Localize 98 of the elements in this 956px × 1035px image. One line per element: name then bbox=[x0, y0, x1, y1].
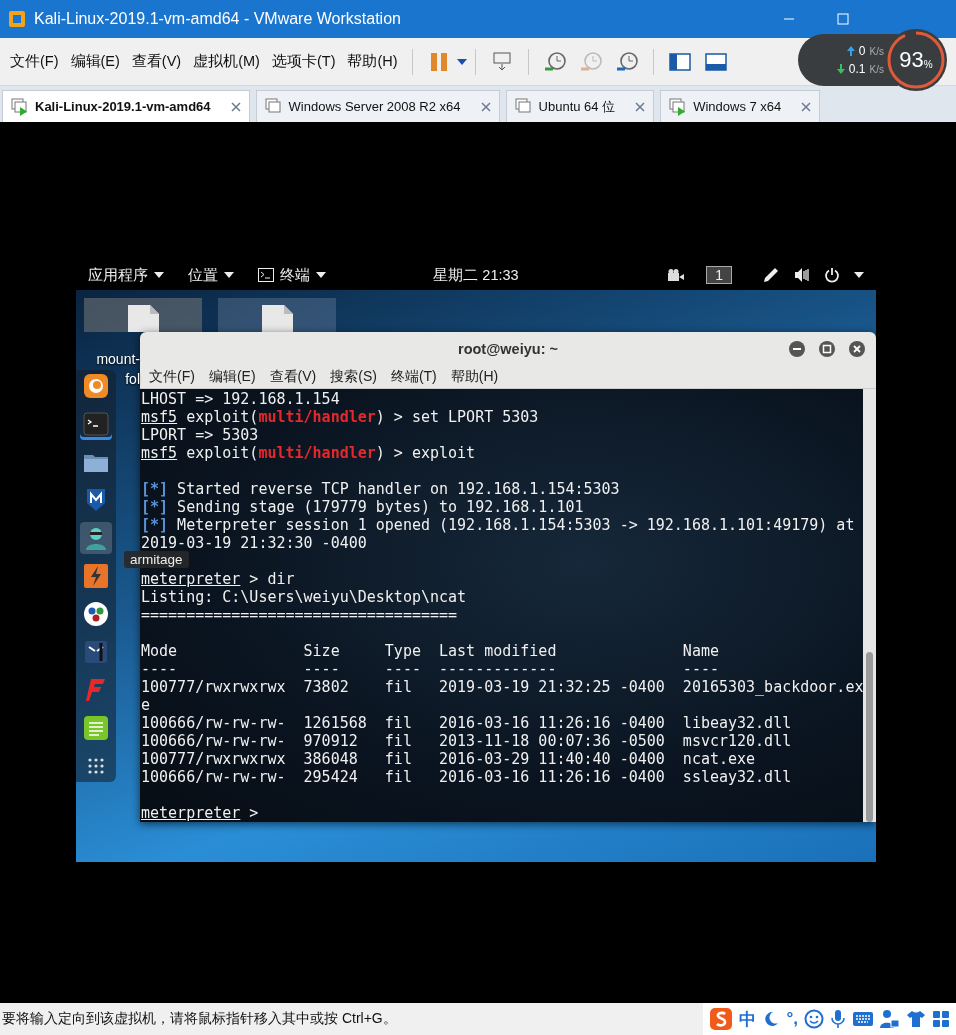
keyboard-icon[interactable] bbox=[852, 1011, 874, 1027]
pen-icon bbox=[762, 266, 780, 284]
terminal-line: 100666/rw-rw-rw- 1261568 fil 2016-03-16 11:26:16 -0400 libeay32.dll bbox=[141, 714, 793, 732]
user-icon[interactable] bbox=[880, 1009, 900, 1029]
menu-item[interactable]: 查看(V) bbox=[125, 52, 188, 71]
notes-icon[interactable] bbox=[83, 715, 109, 741]
window-title: Kali-Linux-2019.1-vm-amd64 - VMware Workstation bbox=[34, 10, 402, 28]
terminal-line: Mode Size Type Last modified Name bbox=[141, 642, 720, 660]
vm-icon bbox=[264, 97, 283, 116]
ime-logo-icon[interactable] bbox=[709, 1007, 734, 1031]
terminal-line: 100666/rw-rw-rw- 295424 fil 2016-03-16 11:26:16 -0400 ssleay32.dll bbox=[141, 768, 793, 786]
caret-icon bbox=[316, 272, 326, 278]
desktop-icon[interactable] bbox=[84, 298, 202, 332]
caret-icon bbox=[854, 272, 864, 278]
circles-icon[interactable] bbox=[83, 601, 109, 627]
terminal-line: Listing: C:\Users\weiyu\Desktop\ncat bbox=[141, 588, 468, 606]
shirt-icon[interactable] bbox=[906, 1010, 926, 1028]
terminal-line: [*] Meterpreter session 1 opened (192.168.1.154:5303 -> 192.168.1.101:49179) at bbox=[141, 516, 856, 534]
terminal-line: LPORT => 5303 bbox=[141, 426, 259, 444]
terminal-line: =================================== bbox=[141, 606, 459, 624]
upload-arrow-icon bbox=[846, 46, 855, 56]
minimize-button[interactable] bbox=[788, 339, 806, 358]
file-name: fol bbox=[125, 370, 140, 388]
terminal-line: 100666/rw-rw-rw- 970912 fil 2013-11-18 00:07:36 -0500 msvcr120.dll bbox=[141, 732, 793, 750]
speed-unit: K/s bbox=[869, 45, 884, 57]
smiley-icon[interactable] bbox=[804, 1009, 824, 1029]
clock-icon bbox=[578, 49, 603, 74]
vm-icon bbox=[514, 97, 533, 116]
microphone-icon[interactable] bbox=[830, 1009, 846, 1029]
vm-icon bbox=[669, 97, 688, 116]
menu-item[interactable]: 编辑(E) bbox=[64, 52, 126, 71]
punctuation-mode[interactable]: °, bbox=[786, 1009, 798, 1029]
terminal-line: e bbox=[141, 696, 152, 714]
caret-icon bbox=[154, 272, 164, 278]
clock-icon[interactable] bbox=[542, 49, 567, 74]
menu-item[interactable]: 帮助(H) bbox=[443, 367, 506, 386]
vm-tab[interactable]: Windows 7 x64 bbox=[660, 90, 821, 122]
usage-percent: 93 bbox=[899, 47, 924, 73]
fox-icon[interactable] bbox=[83, 373, 109, 399]
percent-sign: % bbox=[923, 58, 933, 70]
menu-item[interactable]: 虚拟机(M) bbox=[187, 52, 266, 71]
caret-icon bbox=[224, 272, 234, 278]
workspace-indicator[interactable]: 1 bbox=[706, 266, 732, 284]
camera-icon bbox=[668, 269, 685, 281]
menu-item[interactable]: 文件(F) bbox=[4, 52, 65, 71]
tooltip: armitage bbox=[124, 551, 189, 568]
menu-item[interactable]: 编辑(E) bbox=[201, 367, 263, 386]
menu-item[interactable]: 文件(F) bbox=[142, 367, 202, 386]
terminal-icon bbox=[258, 268, 274, 282]
menu-item[interactable]: 终端(T) bbox=[383, 367, 444, 386]
panel-menu[interactable]: 应用程序 bbox=[88, 265, 164, 285]
close-icon[interactable] bbox=[230, 101, 241, 112]
terminal-line: [*] Sending stage (179779 bytes) to 192.168.1.101 bbox=[141, 498, 585, 516]
terminal-line: [*] Started reverse TCP handler on 192.168.1.154:5303 bbox=[141, 480, 621, 498]
grid-icon[interactable] bbox=[932, 1010, 950, 1028]
terminal-line: 2019-03-19 21:32:30 -0400 bbox=[141, 534, 368, 552]
terminal-line: meterpreter > dir bbox=[141, 570, 296, 588]
power-icon[interactable] bbox=[824, 267, 840, 283]
figure-icon[interactable] bbox=[83, 525, 109, 551]
desktop-icon[interactable] bbox=[218, 298, 336, 332]
lightning-icon[interactable] bbox=[83, 563, 109, 589]
terminal-line: LHOST => 192.168.1.154 bbox=[141, 390, 341, 408]
menu-item[interactable]: 帮助(H) bbox=[341, 52, 404, 71]
download-arrow-icon bbox=[836, 64, 845, 74]
download-speed: 0.1 bbox=[848, 62, 866, 76]
terminal-line: 100777/rwxrwxrwx 73802 fil 2019-03-19 21:32:25 -0400 20165303_backdoor.ex bbox=[141, 678, 863, 696]
vm-tab[interactable]: Ubuntu 64 位 bbox=[505, 90, 655, 122]
terminal-line: 100777/rwxrwxrwx 386048 fil 2016-03-29 11:40:40 -0400 ncat.exe bbox=[141, 750, 757, 768]
menu-item[interactable]: 选项卡(T) bbox=[265, 52, 342, 71]
terminal-icon[interactable] bbox=[83, 411, 109, 437]
panel-menu[interactable]: 位置 bbox=[188, 265, 234, 285]
scrollbar[interactable] bbox=[863, 389, 876, 822]
maximize-button[interactable] bbox=[818, 339, 836, 358]
terminal-line: msf5 exploit(multi/handler) > exploit bbox=[141, 444, 477, 462]
vm-tab[interactable]: Kali-Linux-2019.1-vm-amd64 bbox=[2, 90, 250, 122]
speed-unit: K/s bbox=[869, 63, 884, 75]
terminal-line: msf5 exploit(multi/handler) > set LPORT 5303 bbox=[141, 408, 540, 426]
input-mode[interactable]: 中 bbox=[739, 1007, 757, 1031]
clock[interactable]: 星期二 21:33 bbox=[433, 265, 519, 285]
upload-speed: 0 bbox=[858, 44, 866, 58]
close-button[interactable] bbox=[848, 339, 866, 358]
clock-icon[interactable] bbox=[614, 49, 639, 74]
terminal-line: ---- ---- ---- ------------- ---- bbox=[141, 660, 720, 678]
status-message: 要将输入定向到该虚拟机，请将鼠标指针移入其中或按 Ctrl+G。 bbox=[1, 1010, 398, 1028]
menu-item[interactable]: 查看(V) bbox=[262, 367, 324, 386]
vm-tab[interactable]: Windows Server 2008 R2 x64 bbox=[255, 90, 500, 122]
close-icon[interactable] bbox=[635, 101, 646, 112]
vm-icon bbox=[11, 97, 29, 116]
caret-icon bbox=[456, 58, 467, 65]
window-title: root@weiyu: ~ bbox=[458, 340, 558, 357]
volume-icon[interactable] bbox=[794, 267, 810, 283]
menu-item[interactable]: 搜索(S) bbox=[323, 367, 384, 386]
panel-menu[interactable]: 终端 bbox=[258, 265, 326, 285]
close-icon[interactable] bbox=[480, 101, 491, 112]
file-name: mount- bbox=[96, 350, 140, 368]
app-logo-icon bbox=[8, 10, 26, 28]
close-icon[interactable] bbox=[801, 101, 812, 112]
terminal-line: meterpreter > bbox=[141, 804, 260, 822]
